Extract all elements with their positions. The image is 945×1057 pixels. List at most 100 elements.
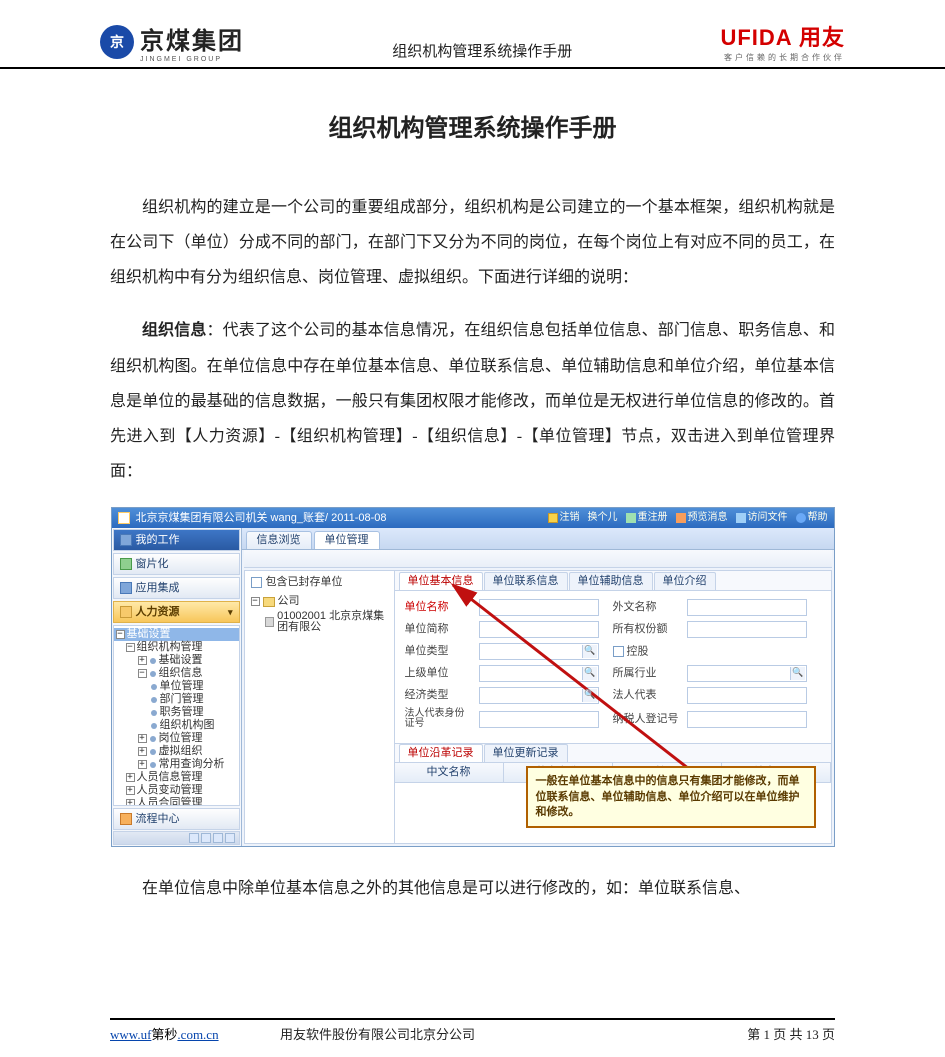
window-title: 北京京煤集团有限公司机关 wang_账套/ 2011-08-08 (136, 513, 387, 524)
lookup-industry[interactable] (687, 665, 807, 682)
action-change[interactable]: 换个儿 (588, 513, 618, 523)
toolbar (244, 550, 832, 568)
bullet-icon (151, 697, 157, 703)
lbl-short-name: 单位简称 (405, 624, 465, 635)
tree-node-post[interactable]: +岗位管理 (114, 732, 239, 745)
window-titlebar: 北京京煤集团有限公司机关 wang_账套/ 2011-08-08 注销 换个儿 … (112, 508, 834, 528)
nav-window[interactable]: 窗片化 (113, 553, 240, 575)
sub-tabs: 单位沿革记录 单位更新记录 (395, 743, 831, 763)
lbl-parent: 上级单位 (405, 668, 465, 679)
action-refresh[interactable]: 访问文件 (736, 513, 788, 523)
strip-icon[interactable] (189, 833, 199, 843)
tree-node-pchange[interactable]: +人员变动管理 (114, 784, 239, 797)
input-ownership[interactable] (687, 621, 807, 638)
tree-node-unit[interactable]: 单位管理 (114, 680, 239, 693)
org-info-lead: 组织信息 (142, 322, 206, 339)
plus-icon[interactable]: + (138, 656, 147, 665)
lbl-unit-type: 单位类型 (405, 646, 465, 657)
tree-node-chart[interactable]: 组织机构图 (114, 719, 239, 732)
footer-url[interactable]: www.uf第秒.com.cn (110, 1024, 280, 1043)
tree-node-job[interactable]: 职务管理 (114, 706, 239, 719)
bullet-icon (150, 658, 156, 664)
lbl-econ-type: 经济类型 (405, 690, 465, 701)
plus-icon[interactable]: + (126, 773, 135, 782)
minus-icon[interactable]: − (126, 643, 135, 652)
action-preview[interactable]: 预览消息 (676, 513, 728, 523)
action-relogin[interactable]: 重注册 (626, 513, 668, 523)
lookup-parent[interactable] (479, 665, 599, 682)
input-legal-id[interactable] (479, 711, 599, 728)
ufida-brand-cn: 用友 (799, 25, 845, 50)
org-tree-root[interactable]: −公司 (247, 594, 392, 609)
plus-icon[interactable]: + (138, 734, 147, 743)
tree-node-org-mgmt[interactable]: −组织机构管理 (114, 641, 239, 654)
nav-tree[interactable]: −基础设置 −组织机构管理 +基础设置 −组织信息 单位管理 部门管理 职务管理… (113, 625, 240, 806)
lbl-legal-rep: 法人代表 (613, 690, 673, 701)
bullet-icon (150, 671, 156, 677)
tree-node-query[interactable]: +常用查询分析 (114, 758, 239, 771)
ftab-intro[interactable]: 单位介绍 (654, 572, 716, 590)
plus-icon[interactable]: + (138, 747, 147, 756)
org-tree-child[interactable]: 01002001 北京京煤集团有限公 (247, 609, 392, 635)
footer-link-left[interactable]: www.uf (110, 1027, 151, 1042)
ftab-contact[interactable]: 单位联系信息 (484, 572, 568, 590)
lbl-ownership: 所有权份额 (613, 624, 673, 635)
tree-node-root[interactable]: −基础设置 (114, 628, 239, 641)
subtab-history[interactable]: 单位沿革记录 (399, 744, 483, 762)
nav-my-work[interactable]: 我的工作 (113, 529, 240, 551)
tab-info-browse[interactable]: 信息浏览 (246, 531, 312, 549)
lbl-tax-id: 纳税人登记号 (613, 714, 673, 725)
bullet-icon (151, 723, 157, 729)
checkbox-icon[interactable] (613, 646, 624, 657)
input-tax-id[interactable] (687, 711, 807, 728)
strip-icon[interactable] (225, 833, 235, 843)
checkbox-icon[interactable] (251, 577, 262, 588)
file-icon (736, 513, 746, 523)
ufida-brand-en: UFIDA (720, 25, 791, 50)
minus-icon[interactable]: − (116, 630, 125, 639)
strip-icon[interactable] (213, 833, 223, 843)
ftab-basic[interactable]: 单位基本信息 (399, 572, 483, 590)
bullet-icon (150, 749, 156, 755)
folder-icon (263, 597, 275, 607)
nav-process-center[interactable]: 流程中心 (113, 808, 240, 830)
key-icon (548, 513, 558, 523)
footer-page: 第 1 页 共 13 页 (747, 1024, 835, 1043)
nav-app-integration[interactable]: 应用集成 (113, 577, 240, 599)
chevron-down-icon: ▾ (228, 608, 233, 617)
footer-link-mid: 第秒 (151, 1027, 177, 1042)
tree-node-org-info[interactable]: −组织信息 (114, 667, 239, 680)
input-foreign-name[interactable] (687, 599, 807, 616)
tree-node-dept[interactable]: 部门管理 (114, 693, 239, 706)
ftab-aux[interactable]: 单位辅助信息 (569, 572, 653, 590)
minus-icon[interactable]: − (251, 597, 260, 606)
bullet-icon (150, 736, 156, 742)
tab-unit-mgmt[interactable]: 单位管理 (314, 531, 380, 549)
tree-node-pinfo[interactable]: +人员信息管理 (114, 771, 239, 784)
input-unit-name[interactable] (479, 599, 599, 616)
tree-node-virtual[interactable]: +虚拟组织 (114, 745, 239, 758)
footer-link-right[interactable]: .com.cn (177, 1027, 218, 1042)
nav-strip (113, 831, 240, 845)
lookup-unit-type[interactable] (479, 643, 599, 660)
strip-icon[interactable] (201, 833, 211, 843)
plus-icon[interactable]: + (126, 799, 135, 806)
jingmei-logo-en: JINGMEI GROUP (140, 56, 244, 63)
tree-node-pcontract[interactable]: +人员合同管理 (114, 797, 239, 806)
subtab-update[interactable]: 单位更新记录 (484, 744, 568, 762)
tree-node-base[interactable]: +基础设置 (114, 654, 239, 667)
nav-hr[interactable]: 人力资源▾ (113, 601, 240, 623)
input-legal-rep[interactable] (687, 687, 807, 704)
lookup-econ-type[interactable] (479, 687, 599, 704)
plus-icon[interactable]: + (126, 786, 135, 795)
lbl-unit-name: 单位名称 (405, 602, 465, 613)
jingmei-medallion-icon: 京 (100, 25, 134, 59)
include-sealed-row[interactable]: 包含已封存单位 (247, 575, 392, 594)
action-help[interactable]: 帮助 (796, 513, 828, 523)
minus-icon[interactable]: − (138, 669, 147, 678)
lbl-holding: 控股 (613, 646, 673, 657)
action-login[interactable]: 注销 (548, 513, 580, 523)
plus-icon[interactable]: + (138, 760, 147, 769)
form-tabs: 单位基本信息 单位联系信息 单位辅助信息 单位介绍 (395, 571, 831, 591)
input-short-name[interactable] (479, 621, 599, 638)
